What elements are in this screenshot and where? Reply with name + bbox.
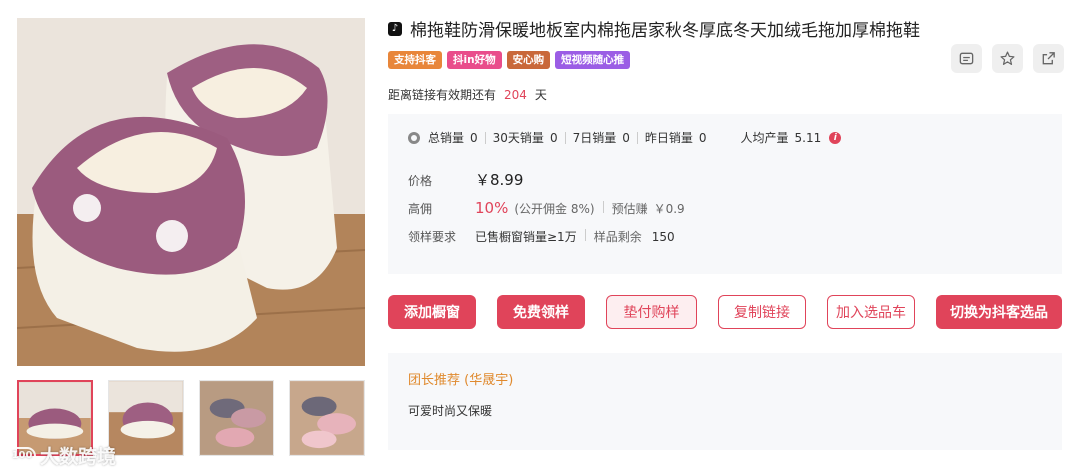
sample-remain-label: 样品剩余	[593, 230, 642, 244]
sample-row: 领样要求 已售橱窗销量≥1万 样品剩余 150	[408, 228, 675, 245]
divider	[484, 131, 486, 144]
divider	[636, 131, 638, 144]
star-icon	[1000, 51, 1015, 65]
sales-icon	[408, 131, 420, 144]
add-cart-button[interactable]: 加入选品车	[827, 295, 915, 329]
sample-req-label: 领样要求	[408, 230, 457, 244]
sales-30d-value: 0	[549, 130, 558, 145]
divider	[564, 131, 566, 144]
est-earn-value: ￥0.9	[653, 202, 685, 216]
sample-req-value: 已售橱窗销量≥1万	[475, 230, 577, 244]
product-title: 棉拖鞋防滑保暖地板室内棉拖居家秋冬厚底冬天加绒毛拖加厚棉拖鞋	[410, 21, 920, 41]
tag-safe-buy: 安心购	[506, 51, 551, 69]
tag-list: 支持抖客 抖in好物 安心购 短视频随心推	[388, 51, 631, 69]
sales-yesterday-value: 0	[698, 130, 707, 145]
free-sample-button[interactable]: 免费领样	[497, 295, 585, 329]
total-sales-value: 0	[470, 130, 478, 145]
share-icon	[1042, 52, 1055, 65]
divider	[602, 201, 604, 213]
sales-7d-label: 7日销量	[572, 131, 617, 145]
commission-label: 高佣	[408, 202, 433, 216]
commission-value: 10%	[475, 199, 509, 217]
sales-30d-label: 30天销量	[492, 131, 544, 145]
recommendation-text: 可爱时尚又保暖	[408, 404, 493, 418]
public-commission: (公开佣金 8%)	[514, 202, 595, 216]
sales-yesterday-label: 昨日销量	[644, 131, 693, 145]
stats-panel: 总销量 0 30天销量 0 7日销量 0 昨日销量 0 人均产量 5.11 i …	[388, 114, 1062, 274]
paid-sample-button[interactable]: 垫付购样	[606, 295, 697, 329]
est-earn-label: 预估赚	[611, 202, 648, 216]
price-value: ￥8.99	[475, 171, 524, 189]
action-icons	[951, 44, 1064, 73]
watermark-logo-icon: 100	[8, 446, 36, 465]
action-buttons: 添加橱窗 免费领样 垫付购样 复制链接 加入选品车 切换为抖客选品	[388, 295, 1062, 329]
expiry-days: 204	[504, 88, 527, 102]
per-capita-value: 5.11	[794, 130, 822, 145]
expiry-suffix: 天	[534, 88, 547, 102]
total-sales-label: 总销量	[428, 131, 465, 145]
sales-row: 总销量 0 30天销量 0 7日销量 0 昨日销量 0 人均产量 5.11 i	[408, 129, 842, 146]
watermark: 100 大数跨境	[8, 442, 116, 469]
price-row: 价格 ￥8.99	[408, 169, 523, 190]
copy-link-button[interactable]: 复制链接	[718, 295, 806, 329]
price-label: 价格	[408, 174, 433, 188]
tag-support-douke: 支持抖客	[388, 51, 442, 69]
recommendation-title: 团长推荐 (华晟宇)	[408, 373, 514, 388]
add-window-button[interactable]: 添加橱窗	[388, 295, 476, 329]
watermark-text: 大数跨境	[40, 446, 117, 468]
divider	[584, 229, 586, 241]
main-product-image	[17, 18, 365, 366]
share-button[interactable]	[1033, 44, 1064, 73]
tag-douin-goods: 抖in好物	[447, 51, 502, 69]
tag-short-video: 短视频随心推	[555, 51, 631, 69]
per-capita-label: 人均产量	[740, 131, 789, 145]
sales-7d-value: 0	[622, 130, 630, 145]
title-row: ♪ 棉拖鞋防滑保暖地板室内棉拖居家秋冬厚底冬天加绒毛拖加厚棉拖鞋	[388, 16, 920, 41]
link-expiry: 距离链接有效期还有 204 天	[388, 86, 547, 103]
thumbnail-3[interactable]	[198, 380, 275, 456]
switch-douke-button[interactable]: 切换为抖客选品	[936, 295, 1062, 329]
sample-remain-value: 150	[651, 230, 675, 244]
message-icon	[959, 52, 974, 65]
expiry-prefix: 距离链接有效期还有	[388, 88, 497, 102]
recommendation-panel: 团长推荐 (华晟宇) 可爱时尚又保暖	[388, 353, 1062, 450]
thumbnail-2[interactable]	[107, 380, 184, 456]
thumbnail-4[interactable]	[289, 380, 365, 456]
message-button[interactable]	[951, 44, 982, 73]
favorite-button[interactable]	[992, 44, 1023, 73]
douyin-icon: ♪	[388, 21, 402, 36]
commission-row: 高佣 10% (公开佣金 8%) 预估赚 ￥0.9	[408, 199, 685, 217]
info-icon[interactable]: i	[829, 131, 842, 144]
